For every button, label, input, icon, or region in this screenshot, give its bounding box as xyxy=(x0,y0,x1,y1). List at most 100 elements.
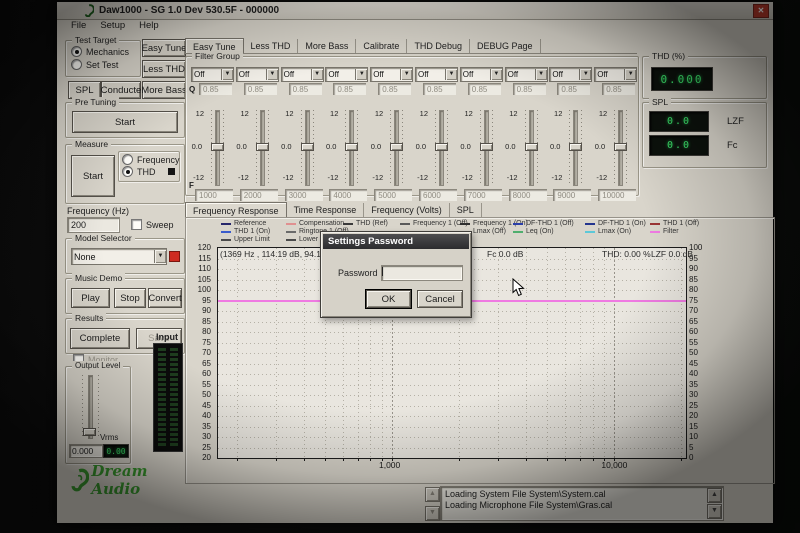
filter-freq-input[interactable] xyxy=(329,189,367,201)
filter-mode-dropdown[interactable]: Off ▼ xyxy=(236,67,279,82)
filter-gain-slider[interactable]: 12 0.0 -12 xyxy=(324,109,368,185)
filter-q-input[interactable] xyxy=(333,83,366,95)
less-thd-button[interactable]: Less THD xyxy=(142,60,186,78)
filter-freq-input[interactable] xyxy=(598,189,636,201)
filter-mode-dropdown[interactable]: Off ▼ xyxy=(594,67,637,82)
chevron-down-icon[interactable]: ▼ xyxy=(624,69,636,80)
frequency-input[interactable] xyxy=(67,217,120,233)
filter-mode-dropdown[interactable]: Off ▼ xyxy=(415,67,458,82)
tab-frequency-response[interactable]: Frequency Response xyxy=(185,202,287,218)
slider-thumb[interactable] xyxy=(569,143,582,151)
filter-gain-slider[interactable]: 12 0.0 -12 xyxy=(593,109,637,185)
filter-q-input[interactable] xyxy=(244,83,277,95)
filter-gain-slider[interactable]: 12 0.0 -12 xyxy=(190,109,234,185)
slider-thumb[interactable] xyxy=(390,143,403,151)
radio-mechanics[interactable]: Mechanics xyxy=(71,46,129,57)
ok-button[interactable]: OK xyxy=(366,290,411,308)
filter-q-input[interactable] xyxy=(513,83,546,95)
close-button[interactable]: ✕ xyxy=(753,4,769,18)
filter-q-input[interactable] xyxy=(289,83,322,95)
chevron-down-icon[interactable]: ▼ xyxy=(266,69,278,80)
cancel-button[interactable]: Cancel xyxy=(417,290,463,308)
filter-freq-input[interactable] xyxy=(240,189,278,201)
slider-thumb[interactable] xyxy=(480,143,493,151)
filter-freq-input[interactable] xyxy=(464,189,502,201)
filter-q-input[interactable] xyxy=(602,83,635,95)
filter-mode-dropdown[interactable]: Off ▼ xyxy=(325,67,368,82)
filter-mode-dropdown[interactable]: Off ▼ xyxy=(281,67,324,82)
password-input[interactable] xyxy=(381,265,463,281)
tab-time-response[interactable]: Time Response xyxy=(287,203,365,217)
more-bass-button[interactable]: More Bass xyxy=(142,81,186,99)
chevron-down-icon[interactable]: ▼ xyxy=(490,69,502,80)
filter-freq-input[interactable] xyxy=(509,189,547,201)
status-scroll-up[interactable]: ▲ xyxy=(707,488,722,503)
pre-tuning-start-button[interactable]: Start xyxy=(72,111,178,133)
filter-mode-dropdown[interactable]: Off ▼ xyxy=(549,67,592,82)
filter-gain-slider[interactable]: 12 0.0 -12 xyxy=(548,109,592,185)
filter-mode-dropdown[interactable]: Off ▼ xyxy=(191,67,234,82)
tab-spl[interactable]: SPL xyxy=(450,203,482,217)
slider-thumb[interactable] xyxy=(211,143,224,151)
stop-button[interactable]: Stop xyxy=(114,288,146,308)
chevron-down-icon[interactable]: ▼ xyxy=(445,69,457,80)
filter-freq-input[interactable] xyxy=(195,189,233,201)
tab-debug-page[interactable]: DEBUG Page xyxy=(470,39,541,53)
chevron-down-icon[interactable]: ▼ xyxy=(400,69,412,80)
radio-thd[interactable]: THD xyxy=(122,166,156,177)
tab-calibrate[interactable]: Calibrate xyxy=(356,39,407,53)
measure-start-button[interactable]: Start xyxy=(71,155,115,197)
chevron-down-icon[interactable]: ▼ xyxy=(535,69,547,80)
sweep-checkbox[interactable]: Sweep xyxy=(131,219,174,230)
radio-frequency[interactable]: Frequency xyxy=(122,154,180,165)
slider-thumb[interactable] xyxy=(301,143,314,151)
slider-thumb[interactable] xyxy=(83,428,96,436)
filter-gain-slider[interactable]: 12 0.0 -12 xyxy=(369,109,413,185)
play-button[interactable]: Play xyxy=(71,288,110,308)
filter-q-input[interactable] xyxy=(468,83,501,95)
chevron-down-icon[interactable]: ▼ xyxy=(355,69,367,80)
slider-thumb[interactable] xyxy=(525,143,538,151)
filter-gain-slider[interactable]: 12 0.0 -12 xyxy=(414,109,458,185)
chevron-down-icon[interactable]: ▼ xyxy=(221,69,233,80)
filter-gain-slider[interactable]: 12 0.0 -12 xyxy=(235,109,279,185)
easy-tune-button[interactable]: Easy Tune xyxy=(142,39,186,57)
status-scroll-down-left[interactable]: ▼ xyxy=(425,506,440,521)
radio-set-test[interactable]: Set Test xyxy=(71,59,118,70)
filter-gain-slider[interactable]: 12 0.0 -12 xyxy=(280,109,324,185)
slider-thumb[interactable] xyxy=(345,143,358,151)
filter-gain-slider[interactable]: 12 0.0 -12 xyxy=(504,109,548,185)
filter-mode-dropdown[interactable]: Off ▼ xyxy=(505,67,548,82)
status-scroll-down[interactable]: ▼ xyxy=(707,504,722,519)
menu-setup[interactable]: Setup xyxy=(94,20,131,33)
slider-thumb[interactable] xyxy=(256,143,269,151)
convert-button[interactable]: Convert xyxy=(148,288,182,308)
tab-less-thd[interactable]: Less THD xyxy=(244,39,299,53)
slider-thumb[interactable] xyxy=(614,143,627,151)
status-scroll-up-left[interactable]: ▲ xyxy=(425,487,440,502)
filter-q-input[interactable] xyxy=(423,83,456,95)
model-selector-dropdown[interactable]: None ▼ xyxy=(71,248,167,265)
filter-q-input[interactable] xyxy=(199,83,232,95)
filter-freq-input[interactable] xyxy=(419,189,457,201)
filter-mode-dropdown[interactable]: Off ▼ xyxy=(370,67,413,82)
tab-thd-debug[interactable]: THD Debug xyxy=(407,39,470,53)
tab-frequency-volts[interactable]: Frequency (Volts) xyxy=(364,203,450,217)
menu-file[interactable]: File xyxy=(65,20,92,33)
filter-q-input[interactable] xyxy=(378,83,411,95)
filter-freq-input[interactable] xyxy=(553,189,591,201)
complete-button[interactable]: Complete xyxy=(70,328,130,349)
filter-freq-input[interactable] xyxy=(285,189,323,201)
filter-freq-input[interactable] xyxy=(374,189,412,201)
tab-more-bass[interactable]: More Bass xyxy=(298,39,356,53)
menu-help[interactable]: Help xyxy=(133,20,165,33)
filter-q-input[interactable] xyxy=(557,83,590,95)
chevron-down-icon[interactable]: ▼ xyxy=(311,69,323,80)
filter-gain-slider[interactable]: 12 0.0 -12 xyxy=(459,109,503,185)
dialog-titlebar[interactable]: Settings Password xyxy=(323,234,469,249)
chevron-down-icon[interactable]: ▼ xyxy=(579,69,591,80)
legend-item: Lmax (On) xyxy=(585,228,631,235)
chevron-down-icon[interactable]: ▼ xyxy=(154,250,166,263)
filter-mode-dropdown[interactable]: Off ▼ xyxy=(460,67,503,82)
slider-thumb[interactable] xyxy=(435,143,448,151)
